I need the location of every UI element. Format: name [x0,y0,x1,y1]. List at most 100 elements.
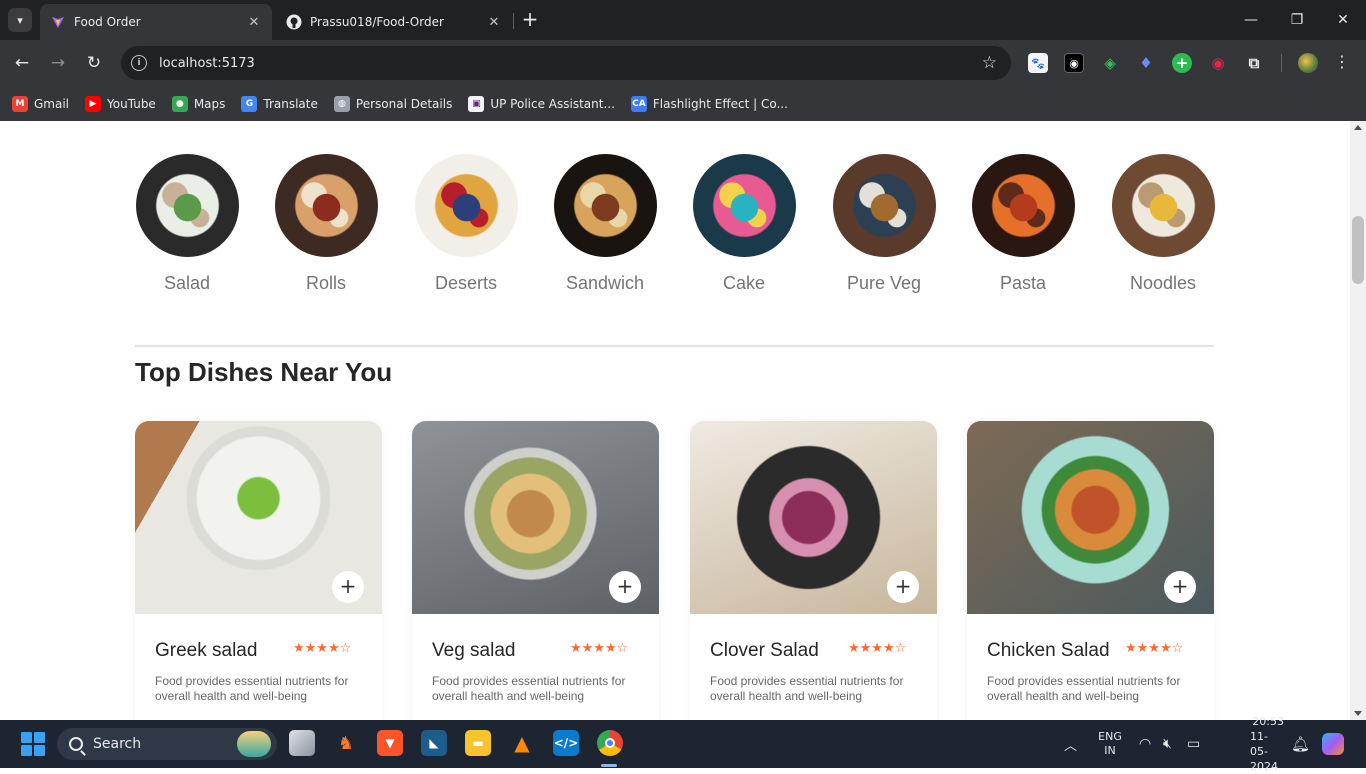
bookmark-item[interactable]: M Gmail [12,95,70,112]
restore-icon[interactable]: ❐ [1274,0,1320,40]
clock-date: 11-05-2024 [1250,730,1278,773]
new-tab-icon[interactable]: + [520,9,540,30]
search-icon [69,737,83,751]
dish-card[interactable]: + Veg salad ★★★★☆ Food provides essential n… [412,421,659,720]
toolbar-separator [1281,54,1282,72]
flame-extension-icon[interactable]: ♦ [1136,53,1156,73]
category-label: Cake [722,273,766,293]
bookmark-star-icon[interactable]: ☆ [982,53,997,73]
task-view-icon[interactable] [289,730,315,756]
bookmark-label: Maps [193,96,226,111]
category-item-rolls[interactable]: Rolls [274,154,378,294]
category-item-pure-veg[interactable]: Pure Veg [832,154,936,294]
record-extension-icon[interactable]: ◉ [1208,53,1228,73]
category-image [553,154,657,257]
add-to-cart-icon[interactable]: + [887,571,919,603]
tab-food-order[interactable]: Food Order ✕ [40,4,272,40]
category-item-pasta[interactable]: Pasta [971,154,1075,294]
vscode-icon[interactable]: </> [553,730,579,756]
category-item-cake[interactable]: Cake [692,154,796,294]
bookmark-item[interactable]: ▶ YouTube [85,95,156,112]
file-explorer-icon[interactable]: ▬ [465,730,491,756]
eye-extension-icon[interactable]: ◈ [1100,53,1120,73]
dish-name: Chicken Salad [987,640,1110,661]
bookmark-item[interactable]: G Translate [241,95,318,112]
notification-bell-icon[interactable]: 🔔︎ [1291,720,1310,768]
taskbar-search[interactable]: Search [57,728,277,760]
bookmark-label: Gmail [34,96,70,111]
tab-title: Prassu018/Food-Order [310,15,444,29]
globe-icon: ◍ [333,95,350,112]
page-scrollbar[interactable] [1350,121,1366,720]
scroll-down-arrow-icon[interactable] [1354,711,1362,716]
category-item-noodles[interactable]: Noodles [1111,154,1215,294]
close-icon[interactable]: ✕ [486,14,502,30]
back-icon[interactable]: ← [9,50,35,76]
chrome-icon[interactable] [597,730,623,756]
dark-extension-icon[interactable]: ◉ [1064,53,1084,73]
menu-kebab-icon[interactable]: ⋮ [1334,52,1350,71]
brave-icon[interactable]: ▼ [377,730,403,756]
dish-card[interactable]: + Clover Salad ★★★★☆ Food provides essentia… [690,421,937,720]
bookmark-item[interactable]: ◍ Personal Details [333,95,452,112]
category-label: Rolls [305,273,346,293]
tab-search-icon[interactable]: ▾ [8,8,32,32]
site-info-icon[interactable]: i [131,55,147,71]
dish-description: Food provides essential nutrients for ov… [710,674,904,703]
bookmark-item[interactable]: ● Maps [171,95,226,112]
paw-extension-icon[interactable]: 🐾 [1028,53,1048,73]
bookmark-item[interactable]: ▣ UP Police Assistant... [468,95,615,112]
tab-title: Food Order [74,15,141,29]
language-line1: ENG [1098,730,1122,743]
bookmark-label: Translate [263,96,318,111]
speaker-muted-icon[interactable]: 🔇︎ [1163,720,1172,768]
dish-description: Food provides essential nutrients for ov… [987,674,1181,703]
windows-start-icon[interactable] [21,732,45,756]
profile-avatar[interactable] [1298,53,1318,73]
vlc-icon[interactable]: ▲ [509,730,535,756]
add-to-cart-icon[interactable]: + [332,571,364,603]
rating-stars-icon: ★★★★☆ [1125,641,1184,656]
category-item-salad[interactable]: Salad [135,154,239,294]
add-to-cart-icon[interactable]: + [609,571,641,603]
scroll-thumb[interactable] [1352,216,1364,284]
clock[interactable]: 20:53 11-05-2024 [1250,715,1284,773]
extensions-puzzle-icon[interactable]: ⧉ [1244,53,1264,73]
copilot-icon[interactable] [1322,720,1344,768]
app-icon[interactable]: ♞ [333,730,359,756]
mysql-workbench-icon[interactable]: ◣ [421,730,447,756]
vite-icon [50,14,66,30]
add-extension-icon[interactable]: + [1172,53,1192,73]
category-image [832,154,936,257]
clock-time: 20:53 [1252,715,1284,728]
battery-icon[interactable]: ▭ [1187,720,1200,768]
window-close-icon[interactable]: ✕ [1320,0,1366,40]
bookmark-item[interactable]: CA Flashlight Effect | Co... [630,95,788,112]
rating-stars-icon: ★★★★☆ [293,641,352,656]
category-item-deserts[interactable]: Deserts [414,154,518,294]
bookmark-label: Flashlight Effect | Co... [652,96,788,111]
add-to-cart-icon[interactable]: + [1164,571,1196,603]
bookmark-label: YouTube [107,96,156,111]
github-icon [286,14,302,30]
show-hidden-icons-icon[interactable]: ︿ [1064,720,1077,768]
tab-strip: ▾ Food Order ✕ Prassu018/Food-Order ✕ + … [0,0,1366,40]
minimize-icon[interactable]: — [1228,0,1274,40]
wifi-icon[interactable]: ◠ [1139,720,1151,768]
url-text[interactable]: localhost:5173 [159,56,982,71]
language-line2: IN [1104,744,1116,757]
address-bar[interactable]: i localhost:5173 ☆ [121,46,1011,80]
dish-description: Food provides essential nutrients for ov… [155,674,349,703]
dish-card[interactable]: + Greek salad ★★★★☆ Food provides essential… [135,421,382,720]
tab-github[interactable]: Prassu018/Food-Order ✕ [276,4,512,40]
dish-card[interactable]: + Chicken Salad ★★★★☆ Food provides essenti… [967,421,1214,720]
page-viewport: Salad Rolls Deserts Sandwich Cake Pure Veg Pas… [0,121,1350,720]
language-indicator[interactable]: ENG IN [1096,720,1124,768]
reload-icon[interactable]: ↻ [81,50,107,76]
translate-icon: G [241,95,258,112]
close-icon[interactable]: ✕ [246,14,262,30]
forward-icon[interactable]: → [45,50,71,76]
category-image [135,154,239,257]
category-item-sandwich[interactable]: Sandwich [553,154,657,294]
scroll-up-arrow-icon[interactable] [1354,125,1362,130]
